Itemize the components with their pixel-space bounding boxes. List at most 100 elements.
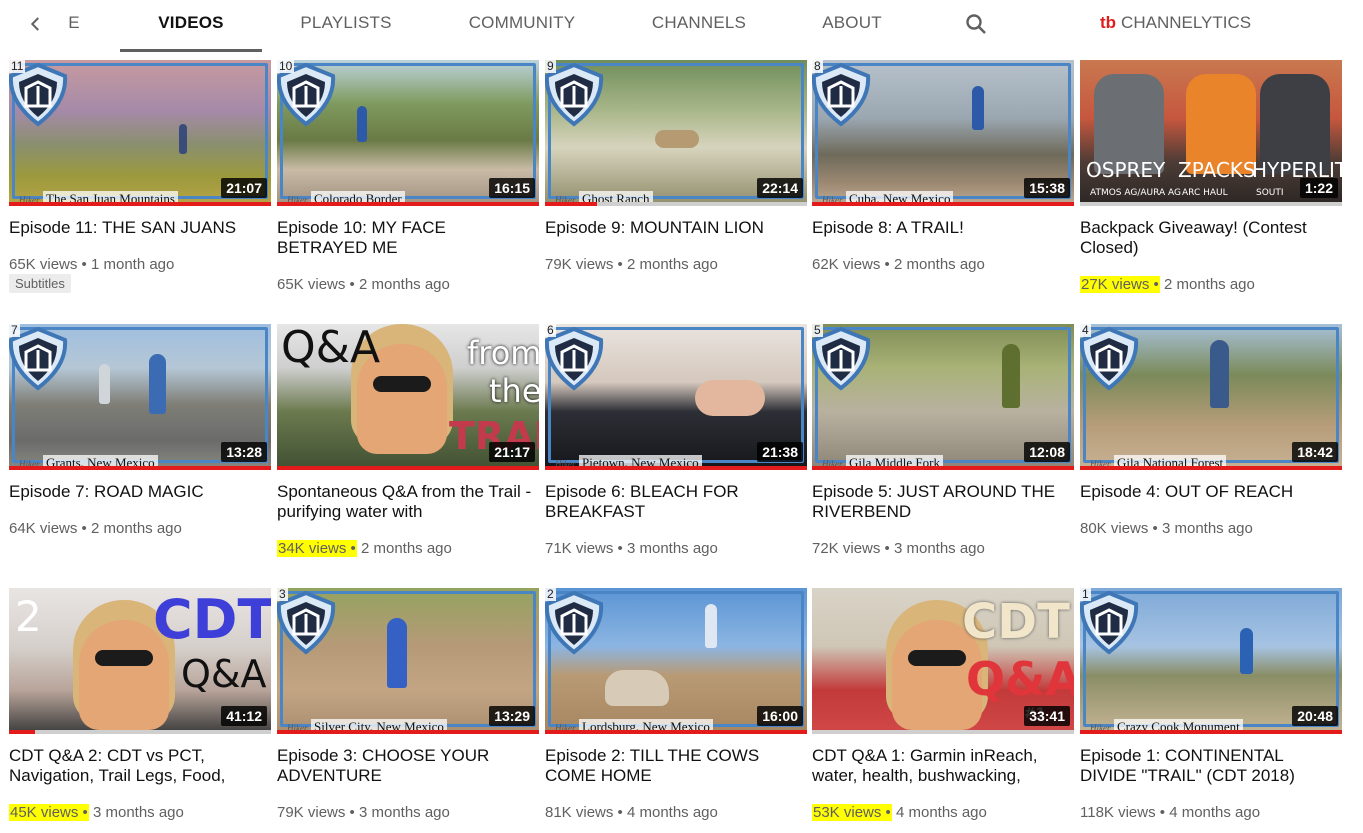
video-title[interactable]: Episode 5: JUST AROUND THE RIVERBEND [812, 482, 1070, 522]
view-count: 34K views • [277, 540, 357, 557]
video-thumbnail[interactable]: Hiker Lordsburg, New Mexico 2 16:00 [545, 588, 807, 734]
video-thumbnail[interactable]: Hiker Pietown, New Mexico 6 21:38 [545, 324, 807, 470]
video-title[interactable]: Episode 10: MY FACE BETRAYED ME [277, 218, 535, 258]
video-title[interactable]: Episode 9: MOUNTAIN LION [545, 218, 803, 238]
video-title[interactable]: CDT Q&A 2: CDT vs PCT, Navigation, Trail… [9, 746, 267, 786]
video-title[interactable]: Spontaneous Q&A from the Trail - purifyi… [277, 482, 535, 522]
video-card[interactable]: Hiker The San Juan Mountains 11 21:07 Ep… [9, 60, 271, 310]
video-card[interactable]: CDT Q&A #1 33:41 CDT Q&A 1: Garmin inRea… [812, 588, 1074, 833]
upload-age: 3 months ago [893, 540, 985, 557]
upload-age: 3 months ago [1161, 520, 1253, 537]
tab-about[interactable]: ABOUT [810, 0, 894, 52]
video-title[interactable]: CDT Q&A 1: Garmin inReach, water, health… [812, 746, 1070, 786]
tab-playlists[interactable]: PLAYLISTS [286, 0, 406, 52]
episode-number: 9 [545, 60, 556, 73]
episode-number: 4 [1080, 324, 1091, 337]
video-title[interactable]: Episode 2: TILL THE COWS COME HOME [545, 746, 803, 786]
tab-community[interactable]: COMMUNITY [456, 0, 588, 52]
video-duration: 41:12 [221, 706, 267, 726]
thumbnail-overlay-text: the [489, 372, 539, 410]
video-card[interactable]: Hiker Colorado Border 10 16:15 Episode 1… [277, 60, 539, 310]
view-count: 118K views • [1080, 804, 1166, 821]
video-card[interactable]: Hiker Gila Middle Fork 5 12:08 Episode 5… [812, 324, 1074, 574]
channelytics-button[interactable]: tb CHANNELYTICS [1100, 0, 1251, 46]
upload-age: 2 months ago [893, 256, 985, 273]
video-title[interactable]: Backpack Giveaway! (Contest Closed) [1080, 218, 1338, 258]
view-count: 72K views • [812, 540, 890, 557]
video-duration: 18:42 [1292, 442, 1338, 462]
video-thumbnail[interactable]: Hiker Gila Middle Fork 5 12:08 [812, 324, 1074, 470]
video-title[interactable]: Episode 11: THE SAN JUANS [9, 218, 267, 238]
watch-progress-bar [277, 730, 539, 734]
video-thumbnail[interactable]: Hiker Gila National Forest 4 18:42 [1080, 324, 1342, 470]
video-card[interactable]: Hiker Lordsburg, New Mexico 2 16:00 Epis… [545, 588, 807, 833]
video-thumbnail[interactable]: Hiker Colorado Border 10 16:15 [277, 60, 539, 206]
upload-age: 2 months ago [1163, 276, 1255, 293]
upload-age: 4 months ago [626, 804, 718, 821]
video-card[interactable]: Hiker Pietown, New Mexico 6 21:38 Episod… [545, 324, 807, 574]
watch-progress-bar [1080, 466, 1342, 470]
video-thumbnail[interactable]: 2 CDT Q&A 41:12 [9, 588, 271, 734]
video-card[interactable]: OSPREY ATMOS AG/AURA AG ZPACKS ARC HAUL … [1080, 60, 1342, 310]
video-thumbnail[interactable]: Hiker Cuba, New Mexico 8 15:38 [812, 60, 1074, 206]
video-card[interactable]: 2 CDT Q&A 41:12 CDT Q&A 2: CDT vs PCT, N… [9, 588, 271, 833]
video-card[interactable]: Hiker Ghost Ranch 9 22:14 Episode 9: MOU… [545, 60, 807, 310]
thumbnail-overlay-text: Q&A [966, 652, 1074, 706]
video-title[interactable]: Episode 3: CHOOSE YOUR ADVENTURE [277, 746, 535, 786]
video-thumbnail[interactable]: Hiker Silver City, New Mexico 3 13:29 [277, 588, 539, 734]
video-duration: 33:41 [1024, 706, 1070, 726]
channelytics-label: CHANNELYTICS [1121, 13, 1252, 32]
tab-partial[interactable]: E [62, 0, 86, 52]
video-meta: 34K views • 2 months ago [277, 540, 452, 557]
video-card[interactable]: Q&A from the TRAIL 21:17 Spontaneous Q&A… [277, 324, 539, 574]
watch-progress-bar [812, 730, 1074, 734]
tab-videos[interactable]: VIDEOS [120, 0, 262, 52]
search-icon[interactable] [962, 10, 990, 38]
view-count: 62K views • [812, 256, 890, 273]
watch-progress-bar [545, 466, 807, 470]
watch-progress-bar [545, 730, 807, 734]
view-count-text: 62K views [812, 256, 881, 273]
view-count: 79K views • [277, 804, 355, 821]
video-title[interactable]: Episode 4: OUT OF REACH [1080, 482, 1338, 502]
video-card[interactable]: Hiker Silver City, New Mexico 3 13:29 Ep… [277, 588, 539, 833]
view-count: 65K views • [9, 256, 87, 273]
view-count-text: 65K views [9, 256, 78, 273]
video-meta: 72K views • 3 months ago [812, 540, 985, 557]
video-thumbnail[interactable]: Hiker Crazy Cook Monument 1 20:48 [1080, 588, 1342, 734]
video-thumbnail[interactable]: OSPREY ATMOS AG/AURA AG ZPACKS ARC HAUL … [1080, 60, 1342, 206]
upload-age: 3 months ago [626, 540, 718, 557]
upload-age: 1 month ago [90, 256, 175, 273]
episode-number: 11 [9, 60, 26, 73]
video-thumbnail[interactable]: Hiker Grants, New Mexico 7 13:28 [9, 324, 271, 470]
video-meta: 79K views • 3 months ago [277, 804, 450, 821]
video-card[interactable]: Hiker Grants, New Mexico 7 13:28 Episode… [9, 324, 271, 574]
tab-channels[interactable]: CHANNELS [640, 0, 758, 52]
video-thumbnail[interactable]: Q&A from the TRAIL 21:17 [277, 324, 539, 470]
view-count-text: 53K views [813, 804, 882, 821]
video-title[interactable]: Episode 6: BLEACH FOR BREAKFAST [545, 482, 803, 522]
upload-age: 3 months ago [358, 804, 450, 821]
video-thumbnail[interactable]: Hiker The San Juan Mountains 11 21:07 [9, 60, 271, 206]
video-meta: 65K views • 1 month ago [9, 256, 174, 273]
video-thumbnail[interactable]: CDT Q&A #1 33:41 [812, 588, 1074, 734]
view-count-text: 71K views [545, 540, 614, 557]
video-title[interactable]: Episode 8: A TRAIL! [812, 218, 1070, 238]
video-meta: 80K views • 3 months ago [1080, 520, 1253, 537]
thumbnail-overlay-text: Q&A [181, 652, 267, 696]
video-title[interactable]: Episode 1: CONTINENTAL DIVIDE "TRAIL" (C… [1080, 746, 1338, 786]
video-duration: 16:15 [489, 178, 535, 198]
video-card[interactable]: Hiker Gila National Forest 4 18:42 Episo… [1080, 324, 1342, 574]
video-card[interactable]: Hiker Cuba, New Mexico 8 15:38 Episode 8… [812, 60, 1074, 310]
episode-number: 5 [812, 324, 823, 337]
upload-age: 2 months ago [626, 256, 718, 273]
upload-age: 2 months ago [360, 540, 452, 557]
chevron-left-icon[interactable] [24, 10, 48, 38]
pack-sublabel: ATMOS AG/AURA AG [1090, 188, 1182, 198]
video-title[interactable]: Episode 7: ROAD MAGIC [9, 482, 267, 502]
video-meta: 81K views • 4 months ago [545, 804, 718, 821]
upload-age: 4 months ago [1169, 804, 1261, 821]
video-thumbnail[interactable]: Hiker Ghost Ranch 9 22:14 [545, 60, 807, 206]
video-card[interactable]: Hiker Crazy Cook Monument 1 20:48 Episod… [1080, 588, 1342, 833]
view-count-text: 27K views [1081, 276, 1150, 293]
